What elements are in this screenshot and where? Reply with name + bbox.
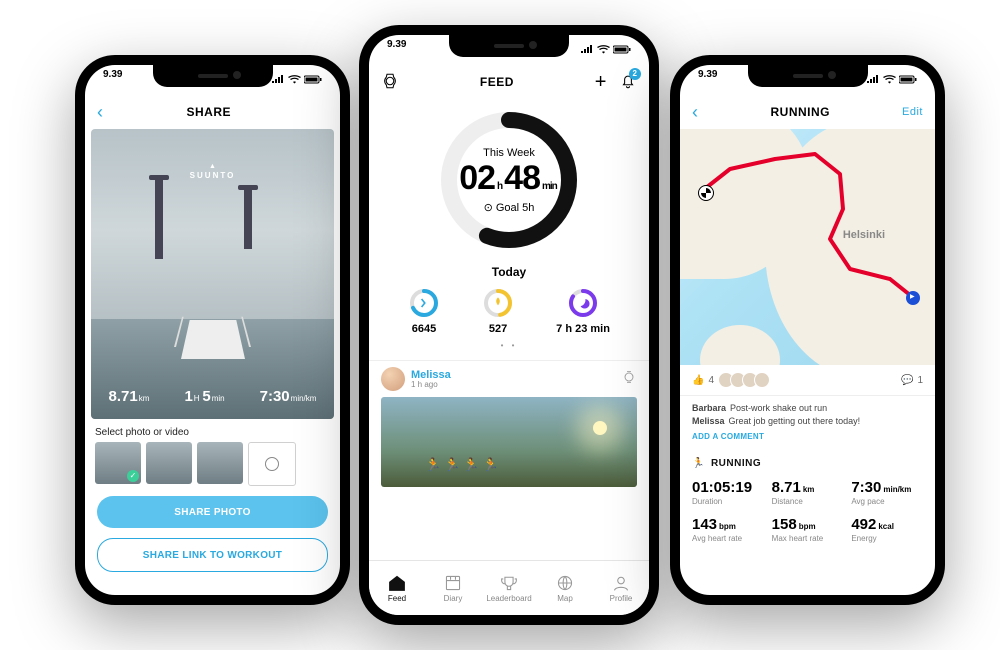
today-calories[interactable]: 527 bbox=[482, 287, 514, 335]
notch bbox=[153, 65, 273, 87]
social-bar: 👍 4 💬 1 bbox=[680, 365, 935, 396]
today-sleep[interactable]: 7 h 23 min bbox=[556, 287, 610, 335]
back-button[interactable]: ‹ bbox=[692, 102, 699, 123]
ring-value: 02h48min bbox=[459, 161, 559, 195]
tab-feed[interactable]: Feed bbox=[369, 561, 425, 615]
status-time: 9.39 bbox=[387, 39, 406, 59]
status-time: 9.39 bbox=[103, 69, 122, 89]
brand-logo: SUUNTO bbox=[190, 163, 236, 180]
notch bbox=[748, 65, 868, 87]
like-button[interactable]: 👍 bbox=[692, 375, 704, 386]
status-icons bbox=[271, 69, 322, 89]
nav-title: SHARE bbox=[186, 105, 231, 119]
feed-photo: 🏃🏃🏃🏃 bbox=[381, 397, 637, 487]
select-photo-label: Select photo or video bbox=[95, 427, 330, 438]
nav-bar: ‹ SHARE bbox=[85, 95, 340, 129]
page-dots: • • bbox=[369, 341, 649, 350]
nav-bar: FEED + 2 bbox=[369, 65, 649, 99]
avatar bbox=[381, 367, 405, 391]
watch-icon bbox=[621, 369, 637, 390]
phone-share: 9.39 ‹ SHARE SUUNTO 8 bbox=[75, 55, 350, 605]
weekly-ring[interactable]: This Week 02h48min ⊙ Goal 5h bbox=[434, 105, 584, 255]
today-label: Today bbox=[369, 265, 649, 279]
phone-feed: 9.39 FEED + 2 bbox=[359, 25, 659, 625]
share-hero: SUUNTO 8.71km 1H 5min 7:30min/km bbox=[91, 129, 334, 419]
stat-avg-hr: 143bpmAvg heart rate bbox=[692, 516, 764, 543]
running-icon: 🏃 bbox=[692, 458, 705, 469]
share-photo-button[interactable]: SHARE PHOTO bbox=[97, 496, 328, 528]
watch-icon[interactable] bbox=[381, 72, 399, 93]
add-comment-button[interactable]: ADD A COMMENT bbox=[692, 431, 923, 442]
stat-pace: 7:30min/kmAvg pace bbox=[851, 479, 923, 506]
finish-marker bbox=[698, 185, 714, 201]
wifi-icon bbox=[288, 75, 301, 84]
notification-badge: 2 bbox=[629, 68, 641, 80]
comments-section: BarbaraPost-work shake out run MelissaGr… bbox=[680, 396, 935, 448]
ring-goal: ⊙ Goal 5h bbox=[484, 201, 535, 214]
status-time: 9.39 bbox=[698, 69, 717, 89]
tab-map[interactable]: Map bbox=[537, 561, 593, 615]
ring-label: This Week bbox=[483, 147, 535, 159]
hero-stats: 8.71km 1H 5min 7:30min/km bbox=[91, 388, 334, 405]
thumb-add[interactable] bbox=[248, 442, 296, 486]
notch bbox=[449, 35, 569, 57]
tab-leaderboard[interactable]: Leaderboard bbox=[481, 561, 537, 615]
thumb-3[interactable] bbox=[197, 442, 243, 484]
comment-icon[interactable]: 💬 bbox=[901, 375, 913, 386]
comment-1: BarbaraPost-work shake out run bbox=[692, 402, 923, 415]
comment-count: 1 bbox=[917, 375, 923, 386]
tab-bar: Feed Diary Leaderboard Map Profile bbox=[369, 560, 649, 615]
today-steps[interactable]: 6645 bbox=[408, 287, 440, 335]
thumb-2[interactable] bbox=[146, 442, 192, 484]
feed-post[interactable]: Melissa 1 h ago 🏃🏃🏃🏃 bbox=[369, 360, 649, 487]
stat-energy: 492kcalEnergy bbox=[851, 516, 923, 543]
tab-profile[interactable]: Profile bbox=[593, 561, 649, 615]
activity-stats: 🏃RUNNING 01:05:19Duration 8.71kmDistance… bbox=[680, 448, 935, 543]
back-button[interactable]: ‹ bbox=[97, 102, 104, 123]
tab-diary[interactable]: Diary bbox=[425, 561, 481, 615]
comment-2: MelissaGreat job getting out there today… bbox=[692, 415, 923, 428]
start-marker bbox=[906, 291, 920, 305]
status-icons bbox=[866, 69, 917, 89]
stat-max-hr: 158bpmMax heart rate bbox=[772, 516, 844, 543]
feed-post-time: 1 h ago bbox=[411, 381, 615, 390]
photo-thumbnails bbox=[85, 442, 340, 486]
stat-distance: 8.71kmDistance bbox=[772, 479, 844, 506]
nav-title: FEED bbox=[480, 75, 514, 89]
feed-user-name: Melissa bbox=[411, 369, 615, 381]
phone-running: 9.39 ‹ RUNNING Edit Helsinki bbox=[670, 55, 945, 605]
signal-icon bbox=[271, 75, 285, 84]
status-icons bbox=[580, 39, 631, 59]
like-count: 4 bbox=[708, 375, 714, 386]
nav-title: RUNNING bbox=[771, 105, 831, 119]
share-link-button[interactable]: SHARE LINK TO WORKOUT bbox=[97, 538, 328, 572]
edit-button[interactable]: Edit bbox=[902, 106, 923, 118]
thumb-1[interactable] bbox=[95, 442, 141, 484]
nav-bar: ‹ RUNNING Edit bbox=[680, 95, 935, 129]
battery-icon bbox=[304, 75, 322, 84]
notifications-button[interactable]: 2 bbox=[619, 72, 637, 93]
likers-avatars[interactable] bbox=[722, 372, 770, 388]
route-map[interactable]: Helsinki bbox=[680, 129, 935, 365]
stat-duration: 01:05:19Duration bbox=[692, 479, 764, 506]
